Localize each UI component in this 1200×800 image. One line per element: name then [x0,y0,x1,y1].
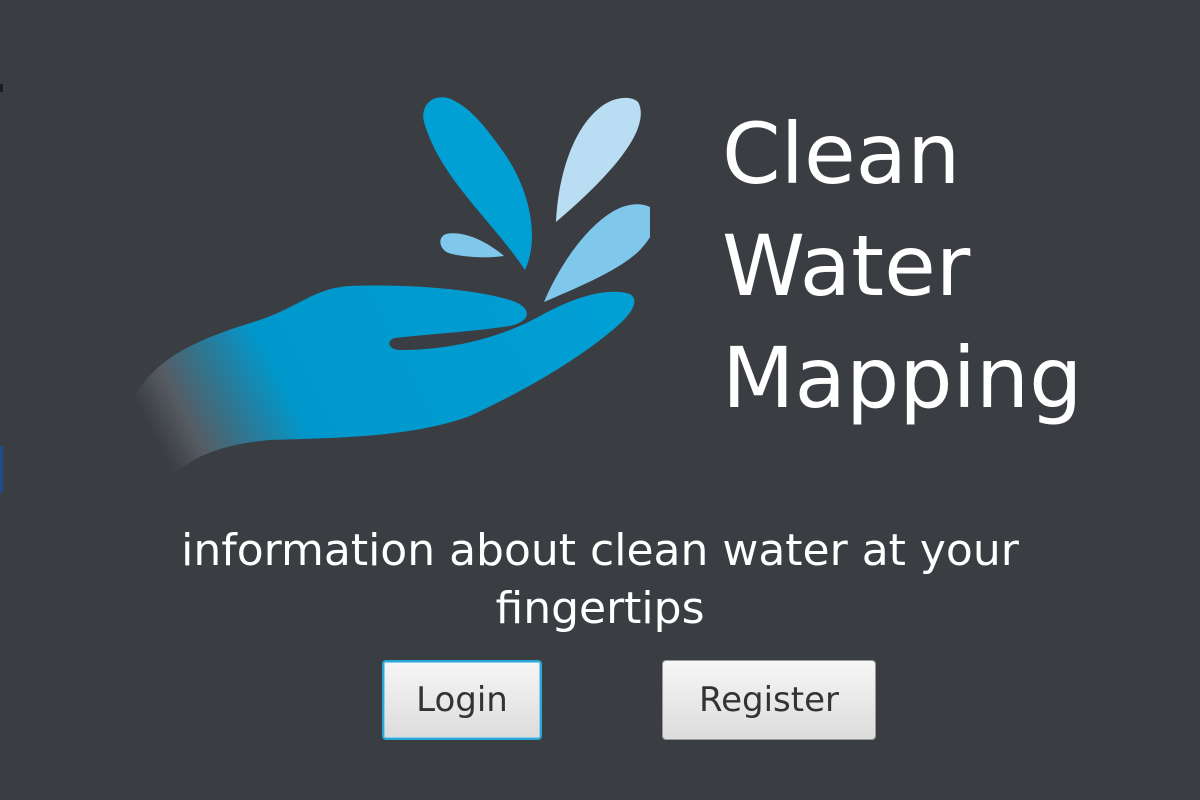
window-edge-marker [0,446,3,492]
register-button[interactable]: Register [662,660,876,740]
welcome-screen: Clean Water Mapping information about cl… [0,0,1200,800]
app-title-line-2: Water [722,217,971,315]
login-button[interactable]: Login [382,660,542,740]
app-title-line-3: Mapping [722,329,1083,427]
window-edge-marker [0,84,3,92]
hand-with-water-droplets-icon [130,97,650,478]
tagline: information about clean water at your fi… [181,525,1019,634]
droplet-small [440,233,504,258]
app-title: Clean Water Mapping [722,98,1083,434]
droplet-right [544,204,650,302]
app-title-line-1: Clean [722,105,961,203]
hand-shape [130,285,635,478]
droplet-pale [556,97,641,222]
